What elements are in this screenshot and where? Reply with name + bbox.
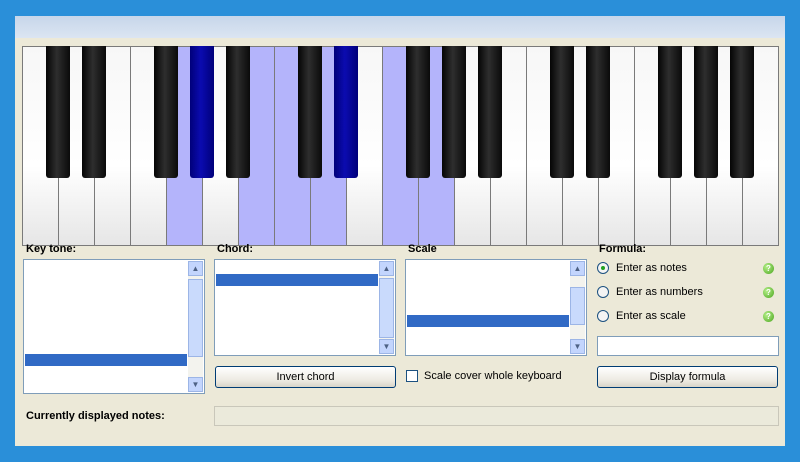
chord-selected-item[interactable] (216, 274, 378, 286)
black-key[interactable] (730, 46, 754, 178)
scroll-up-icon[interactable]: ▲ (379, 261, 394, 276)
black-key[interactable] (298, 46, 322, 178)
scroll-up-icon[interactable]: ▲ (188, 261, 203, 276)
key-tone-selected-item[interactable] (25, 354, 187, 366)
help-icon[interactable]: ? (763, 263, 774, 274)
scroll-down-icon[interactable]: ▼ (379, 339, 394, 354)
black-key[interactable] (658, 46, 682, 178)
key-tone-scrollbar[interactable]: ▲ ▼ (188, 261, 203, 392)
black-key[interactable] (154, 46, 178, 178)
black-key[interactable] (46, 46, 70, 178)
scale-cover-label: Scale cover whole keyboard (424, 370, 562, 382)
black-key[interactable] (406, 46, 430, 178)
title-bar (15, 16, 785, 38)
black-key[interactable] (226, 46, 250, 178)
display-formula-button[interactable]: Display formula (597, 366, 778, 388)
scale-cover-checkbox[interactable] (406, 370, 418, 382)
app-window: Key tone: ▲ ▼ Chord: ▲ ▼ Invert chord Sc… (15, 16, 785, 446)
radio-dot-icon (601, 266, 605, 270)
formula-option-notes: Enter as notes (616, 262, 687, 274)
scale-selected-item[interactable] (407, 315, 569, 327)
scroll-thumb[interactable] (379, 278, 394, 338)
scroll-up-icon[interactable]: ▲ (570, 261, 585, 276)
scroll-down-icon[interactable]: ▼ (188, 377, 203, 392)
formula-radio-scale[interactable] (597, 310, 609, 322)
help-icon[interactable]: ? (763, 287, 774, 298)
black-key[interactable] (334, 46, 358, 178)
currently-displayed-notes-field (214, 406, 779, 426)
formula-radio-notes[interactable] (597, 262, 609, 274)
scroll-down-icon[interactable]: ▼ (570, 339, 585, 354)
formula-option-numbers: Enter as numbers (616, 286, 703, 298)
key-tone-label: Key tone: (26, 243, 77, 255)
piano-keyboard[interactable] (22, 46, 779, 246)
formula-label: Formula: (599, 243, 647, 255)
black-key[interactable] (82, 46, 106, 178)
black-key[interactable] (586, 46, 610, 178)
chord-listbox[interactable]: ▲ ▼ (214, 259, 396, 356)
key-tone-listbox[interactable]: ▲ ▼ (23, 259, 205, 394)
currently-displayed-label: Currently displayed notes: (26, 410, 165, 422)
black-key[interactable] (550, 46, 574, 178)
formula-option-scale: Enter as scale (616, 310, 686, 322)
invert-chord-button[interactable]: Invert chord (215, 366, 396, 388)
formula-input[interactable] (597, 336, 779, 356)
chord-scrollbar[interactable]: ▲ ▼ (379, 261, 394, 354)
chord-label: Chord: (217, 243, 254, 255)
black-key[interactable] (442, 46, 466, 178)
scale-scrollbar[interactable]: ▲ ▼ (570, 261, 585, 354)
black-key[interactable] (190, 46, 214, 178)
scale-listbox[interactable]: ▲ ▼ (405, 259, 587, 356)
scroll-thumb[interactable] (188, 279, 203, 357)
scale-label: Scale (408, 243, 437, 255)
black-key[interactable] (694, 46, 718, 178)
scroll-thumb[interactable] (570, 287, 585, 325)
black-key[interactable] (478, 46, 502, 178)
help-icon[interactable]: ? (763, 311, 774, 322)
formula-radio-numbers[interactable] (597, 286, 609, 298)
